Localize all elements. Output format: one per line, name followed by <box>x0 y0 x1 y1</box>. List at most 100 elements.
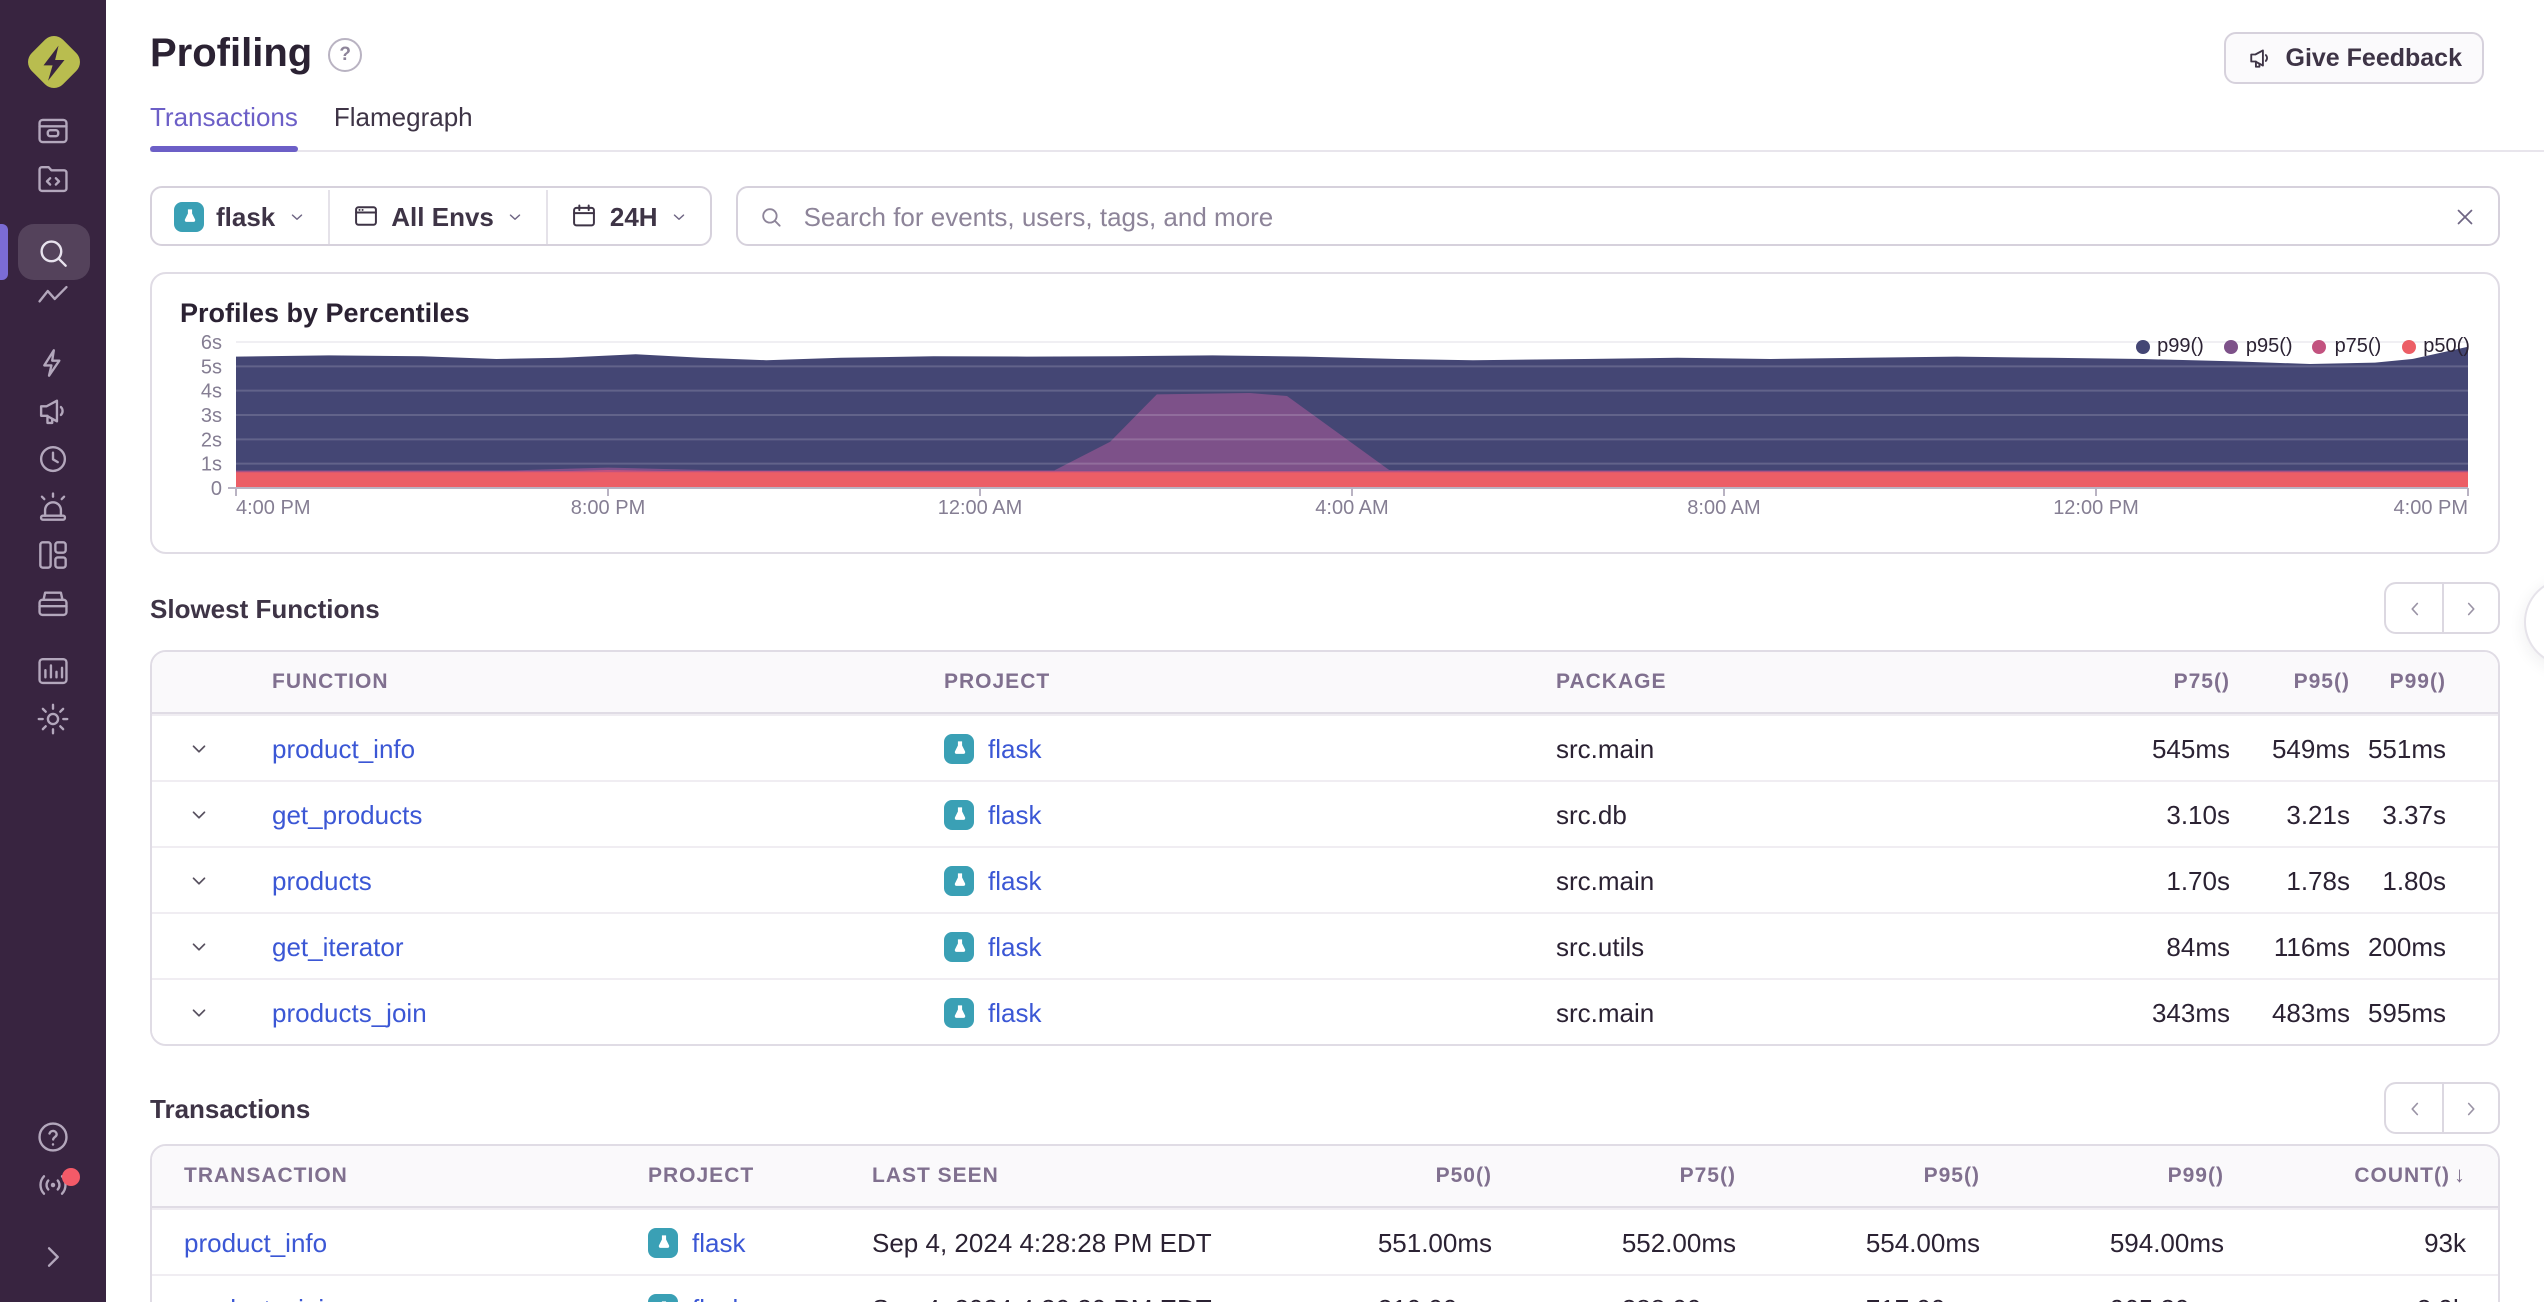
function-link[interactable]: get_products <box>272 799 422 829</box>
svg-text:1s: 1s <box>201 454 222 476</box>
slowest-functions-table: FUNCTION PROJECT PACKAGE P75() P95() P99… <box>150 650 2500 1046</box>
project-filter[interactable]: flask <box>152 188 327 244</box>
sidebar-item-settings[interactable] <box>0 700 106 748</box>
svg-text:4:00 PM: 4:00 PM <box>236 497 310 518</box>
p99-cell: 3.37s <box>2382 799 2446 829</box>
p99-cell: 595ms <box>2367 997 2446 1027</box>
code-folder-icon <box>34 160 72 208</box>
transaction-link[interactable]: products_join <box>184 1293 339 1302</box>
sidebar-item-issues[interactable] <box>0 112 106 160</box>
percentiles-chart-panel: Profiles by Percentiles p99() p95() p75() p… <box>150 272 2500 554</box>
sidebar-item-whats-new[interactable] <box>0 1166 106 1214</box>
flask-project-icon <box>944 799 974 829</box>
clear-search-icon[interactable] <box>2452 203 2478 229</box>
package-cell: src.utils <box>1556 931 1645 961</box>
next-page-button[interactable] <box>2442 582 2500 634</box>
project-link[interactable]: flask <box>692 1293 745 1302</box>
sidebar-item-stats[interactable] <box>0 652 106 700</box>
chevron-down-icon <box>191 744 205 752</box>
chevron-down-icon <box>191 810 205 818</box>
svg-text:0: 0 <box>211 478 222 500</box>
filter-bar: flask All Envs 24H <box>150 186 2500 246</box>
table-row: product_info flask src.main 545ms 549ms … <box>152 714 2498 780</box>
tab-transactions[interactable]: Transactions <box>150 102 298 152</box>
expand-row-button[interactable] <box>152 869 244 891</box>
project-filter-value: flask <box>216 201 276 231</box>
chevron-down-icon <box>191 876 205 884</box>
search-bar[interactable] <box>735 186 2500 246</box>
environment-filter[interactable]: All Envs <box>329 188 546 244</box>
sidebar-item-projects[interactable] <box>0 160 106 208</box>
sentry-logo[interactable] <box>19 28 87 96</box>
project-link[interactable]: flask <box>988 931 1041 961</box>
sidebar-item-help[interactable] <box>0 1118 106 1166</box>
sidebar-item-archive[interactable] <box>0 584 106 632</box>
svg-text:8:00 PM: 8:00 PM <box>571 497 645 518</box>
prev-page-button[interactable] <box>2384 1082 2442 1134</box>
expand-row-button[interactable] <box>152 803 244 825</box>
give-feedback-button[interactable]: Give Feedback <box>2223 32 2484 84</box>
flask-project-icon <box>944 931 974 961</box>
sidebar-item-profiling[interactable] <box>0 344 106 392</box>
sidebar-expand-button[interactable] <box>0 1238 106 1286</box>
clock-icon <box>34 440 72 488</box>
legend-item[interactable]: p75() <box>2312 336 2382 358</box>
p99-cell: 551ms <box>2367 733 2446 763</box>
function-link[interactable]: products_join <box>272 997 427 1027</box>
p75-cell: 545ms <box>2151 733 2230 763</box>
project-link[interactable]: flask <box>988 865 1041 895</box>
prev-page-button[interactable] <box>2384 582 2442 634</box>
sidebar-item-releases[interactable] <box>0 392 106 440</box>
expand-row-button[interactable] <box>152 935 244 957</box>
legend-label: p75() <box>2334 336 2382 358</box>
legend-dot <box>2312 340 2327 354</box>
col-count[interactable]: COUNT() ↓ <box>2224 1164 2498 1188</box>
sidebar-item-traces[interactable] <box>0 276 106 324</box>
p75-cell: 3.10s <box>2166 799 2230 829</box>
col-project: PROJECT <box>648 1164 755 1188</box>
function-link[interactable]: products <box>272 865 372 895</box>
legend-item[interactable]: p95() <box>2223 336 2293 358</box>
expand-row-button[interactable] <box>152 1001 244 1023</box>
megaphone-icon <box>34 392 72 440</box>
p95-cell: 549ms <box>2271 733 2350 763</box>
chevron-down-icon <box>191 942 205 950</box>
environment-filter-value: All Envs <box>391 201 494 231</box>
expand-row-button[interactable] <box>152 737 244 759</box>
project-link[interactable]: flask <box>988 799 1041 829</box>
sidebar-item-dashboards[interactable] <box>0 536 106 584</box>
p99-cell: 965.20ms <box>1980 1293 2224 1302</box>
chevron-down-icon <box>191 1008 205 1016</box>
last-seen-cell: Sep 4, 2024 4:30:20 PM EDT <box>872 1293 1248 1302</box>
col-p99: P99() <box>2389 670 2446 694</box>
legend-label: p99() <box>2157 336 2204 358</box>
next-page-button[interactable] <box>2442 1082 2500 1134</box>
page-help-icon[interactable]: ? <box>328 38 363 72</box>
flask-project-icon <box>944 997 974 1027</box>
floating-feedback-button[interactable] <box>2524 578 2544 666</box>
sidebar-item-explore[interactable] <box>0 224 106 280</box>
give-feedback-label: Give Feedback <box>2285 44 2463 72</box>
sidebar-item-alerts[interactable] <box>0 488 106 536</box>
date-range-filter[interactable]: 24H <box>548 188 710 244</box>
search-input[interactable] <box>799 199 2452 233</box>
sidebar-item-replays[interactable] <box>0 440 106 488</box>
function-link[interactable]: get_iterator <box>272 931 404 961</box>
p95-cell: 483ms <box>2271 997 2350 1027</box>
legend-item[interactable]: p99() <box>2135 336 2204 358</box>
gear-icon <box>34 700 72 748</box>
legend-item[interactable]: p50() <box>2401 336 2470 358</box>
project-link[interactable]: flask <box>988 733 1041 763</box>
p75-cell: 84ms <box>2166 931 2230 961</box>
project-link[interactable]: flask <box>692 1227 745 1257</box>
svg-text:12:00 PM: 12:00 PM <box>2053 497 2139 518</box>
table-row: get_iterator flask src.utils 84ms 116ms … <box>152 912 2498 978</box>
tab-flamegraph[interactable]: Flamegraph <box>334 102 473 150</box>
p50-cell: 310.00ms <box>1248 1293 1492 1302</box>
dashboard-grid-icon <box>34 536 72 584</box>
project-link[interactable]: flask <box>988 997 1041 1027</box>
package-cell: src.main <box>1556 865 1655 895</box>
function-link[interactable]: product_info <box>272 733 415 763</box>
transactions-pager <box>2384 1082 2500 1134</box>
transaction-link[interactable]: product_info <box>184 1227 327 1257</box>
